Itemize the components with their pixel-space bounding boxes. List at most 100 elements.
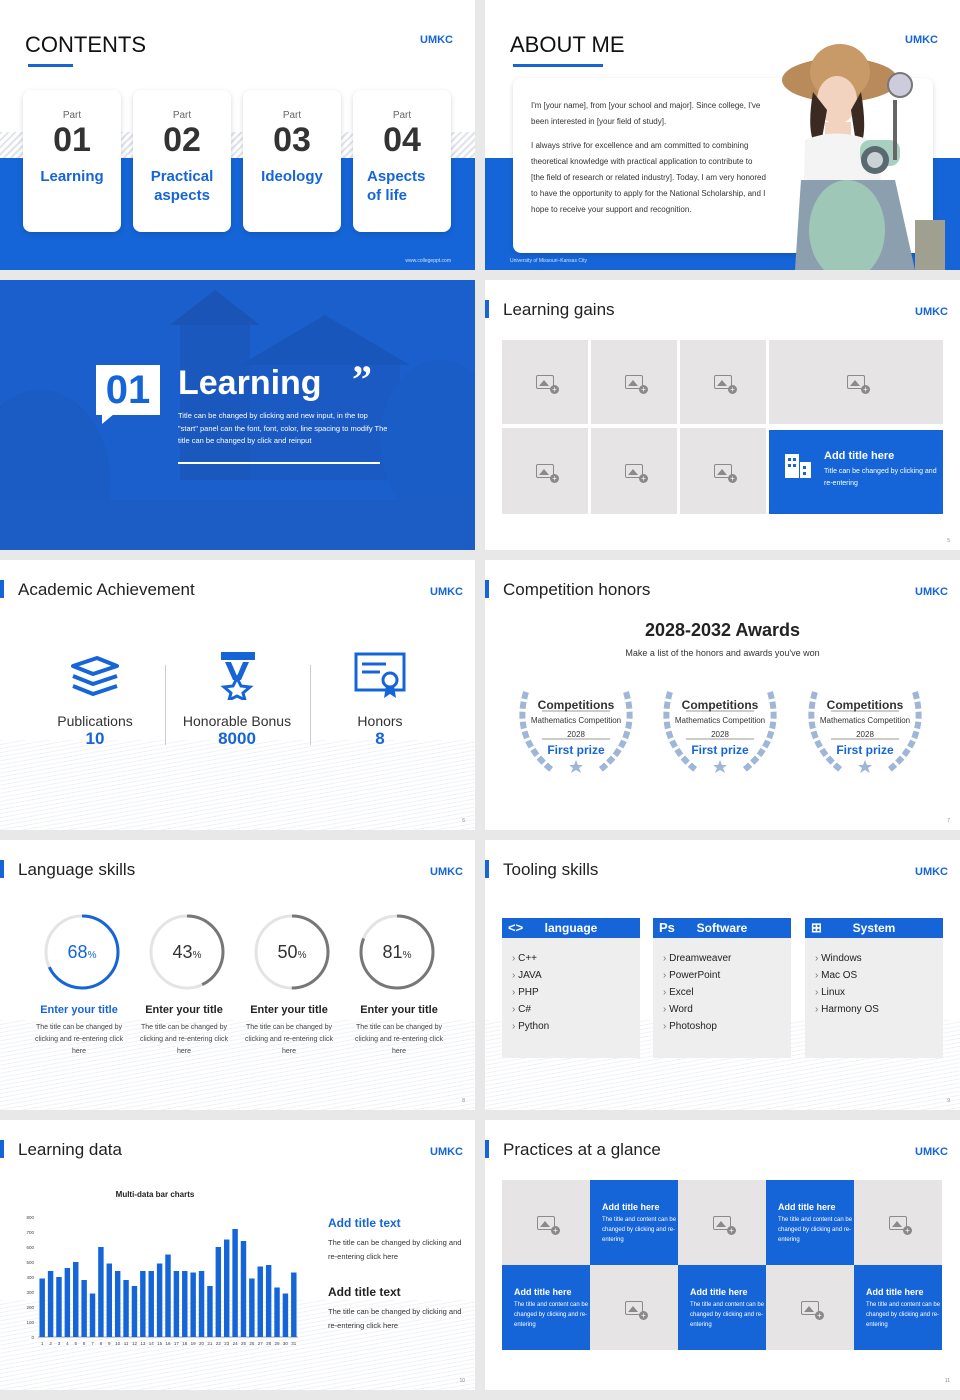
skill-title: Enter your title — [360, 1004, 438, 1016]
slide-competition[interactable]: Competition honors UMKC 2028-2032 Awards… — [485, 560, 960, 830]
slide-practices[interactable]: Practices at a glance UMKC Add title her… — [485, 1120, 960, 1390]
image-icon — [801, 1300, 824, 1320]
image-icon — [536, 375, 559, 394]
bar — [257, 1266, 263, 1337]
card-description: The title and content can be changed by … — [514, 1302, 589, 1328]
bar — [291, 1272, 297, 1337]
part-card-1[interactable]: Part 01 Learning — [23, 90, 121, 232]
bar — [274, 1287, 280, 1337]
slide-language[interactable]: Language skills UMKC 68% 43% 50% 81% Enter … — [0, 840, 475, 1110]
x-tick-label: 2 — [49, 1341, 52, 1346]
x-tick-label: 16 — [165, 1341, 171, 1346]
image-placeholder[interactable] — [591, 340, 677, 424]
list-item: Dreamweaver — [663, 950, 791, 967]
logo: UMKC — [430, 1146, 463, 1158]
skill-description: The title can be changed by clicking and… — [355, 1024, 443, 1055]
image-icon — [625, 464, 648, 483]
medal-icon — [220, 652, 255, 703]
part-card-2[interactable]: Part 02 Practical aspects — [133, 90, 231, 232]
logo: UMKC — [915, 306, 948, 318]
practice-card: Add title here The title and content can … — [766, 1180, 854, 1265]
part-label: Part — [282, 110, 302, 121]
image-placeholder[interactable] — [678, 1180, 766, 1265]
logo: UMKC — [430, 866, 463, 878]
slide-about[interactable]: ABOUT ME UMKC I'm [your name], from [you… — [485, 0, 960, 270]
part-title: Learning — [40, 168, 104, 185]
part-label: Part — [172, 110, 192, 121]
image-placeholder[interactable] — [680, 428, 766, 514]
ring-percent: 68% — [68, 942, 97, 962]
footer-university: University of Missouri–Kansas City — [510, 258, 587, 264]
section-description: Title can be changed by clicking and new… — [178, 411, 388, 445]
slide-tooling[interactable]: Tooling skills UMKC <> language C++JAVAPH… — [485, 840, 960, 1110]
info-title: Add title here — [824, 450, 895, 462]
part-card-4[interactable]: Part 04 Aspects of life — [353, 90, 451, 232]
card-title: Add title here — [866, 1287, 924, 1297]
part-title: Practical aspects — [150, 168, 214, 204]
x-tick-label: 17 — [174, 1341, 180, 1346]
stat-bonus: Honorable Bonus 8000 — [177, 652, 297, 749]
bar — [223, 1239, 230, 1337]
list-item: PHP — [512, 984, 640, 1001]
skill-caption: Enter your title The title can be changed… — [354, 1004, 444, 1058]
skill-description: The title can be changed by clicking and… — [140, 1024, 228, 1055]
section-number-box: 01 — [96, 365, 160, 415]
image-placeholder[interactable] — [502, 340, 588, 424]
page-number: 10 — [459, 1378, 465, 1384]
image-placeholder[interactable] — [591, 428, 677, 514]
x-tick-label: 30 — [283, 1341, 289, 1346]
image-placeholder[interactable] — [680, 340, 766, 424]
slide-section-learning[interactable]: 01 Learning ” Title can be changed by cl… — [0, 280, 475, 550]
card-description: The title and content can be changed by … — [690, 1302, 765, 1328]
part-title: Ideology — [261, 168, 323, 185]
award-name: Mathematics Competition — [530, 716, 622, 725]
list-item: C++ — [512, 950, 640, 967]
divider — [310, 665, 311, 745]
part-number: 02 — [163, 121, 201, 159]
logo: UMKC — [430, 586, 463, 598]
award-badge: Competitions Mathematics Competition 202… — [801, 688, 929, 778]
award-prize: First prize — [836, 743, 894, 757]
practice-card: Add title here The title and content can … — [678, 1265, 766, 1350]
slide-learning-data[interactable]: Learning data UMKC Multi-data bar charts… — [0, 1120, 475, 1390]
title-accent-bar — [485, 860, 489, 878]
list-item: Photoshop — [663, 1018, 791, 1035]
tool-column-system: ⊞ System WindowsMac OSLinuxHarmony OS — [805, 918, 943, 1058]
windows-icon: ⊞ — [811, 920, 822, 935]
y-tick-label: 400 — [26, 1275, 34, 1280]
image-placeholder[interactable] — [590, 1265, 678, 1350]
bar — [98, 1247, 104, 1337]
bar — [123, 1280, 129, 1337]
image-icon — [536, 464, 559, 483]
bar — [240, 1241, 247, 1337]
award-category: Competitions — [537, 698, 615, 712]
stat-value: 8 — [375, 729, 385, 748]
award-badge: Competitions Mathematics Competition 202… — [656, 688, 784, 778]
ring-percent: 43% — [173, 942, 202, 962]
image-placeholder[interactable] — [854, 1180, 942, 1265]
image-placeholder[interactable] — [502, 1180, 590, 1265]
progress-ring: 43% — [149, 914, 225, 990]
slide-title: Competition honors — [503, 580, 651, 599]
column-header: System — [852, 921, 896, 935]
skill-description: The title can be changed by clicking and… — [245, 1024, 333, 1055]
part-card-3[interactable]: Part 03 Ideology — [243, 90, 341, 232]
card-description: The title and content can be changed by … — [602, 1217, 677, 1243]
bar — [47, 1271, 54, 1337]
tool-column-language: <> language C++JAVAPHPC#Python — [502, 918, 640, 1058]
award-badge: Competitions Mathematics Competition 202… — [512, 688, 640, 778]
code-icon: <> — [508, 920, 524, 935]
part-number: 04 — [383, 121, 421, 159]
image-placeholder[interactable] — [502, 428, 588, 514]
slide-learning-gains[interactable]: Learning gains UMKC Add title here Title… — [485, 280, 960, 550]
slide-academic[interactable]: Academic Achievement UMKC Publications 1… — [0, 560, 475, 830]
part-title: Aspects of life — [367, 168, 426, 204]
list-item: Word — [663, 1001, 791, 1018]
logo: UMKC — [915, 1146, 948, 1158]
image-icon — [847, 375, 870, 394]
page-number: 11 — [944, 1378, 950, 1384]
slide-contents[interactable]: CONTENTS UMKC Part 01 Learning Part 02 Pract… — [0, 0, 475, 270]
image-placeholder[interactable] — [766, 1265, 854, 1350]
bar — [131, 1286, 138, 1337]
image-placeholder[interactable] — [769, 340, 943, 424]
